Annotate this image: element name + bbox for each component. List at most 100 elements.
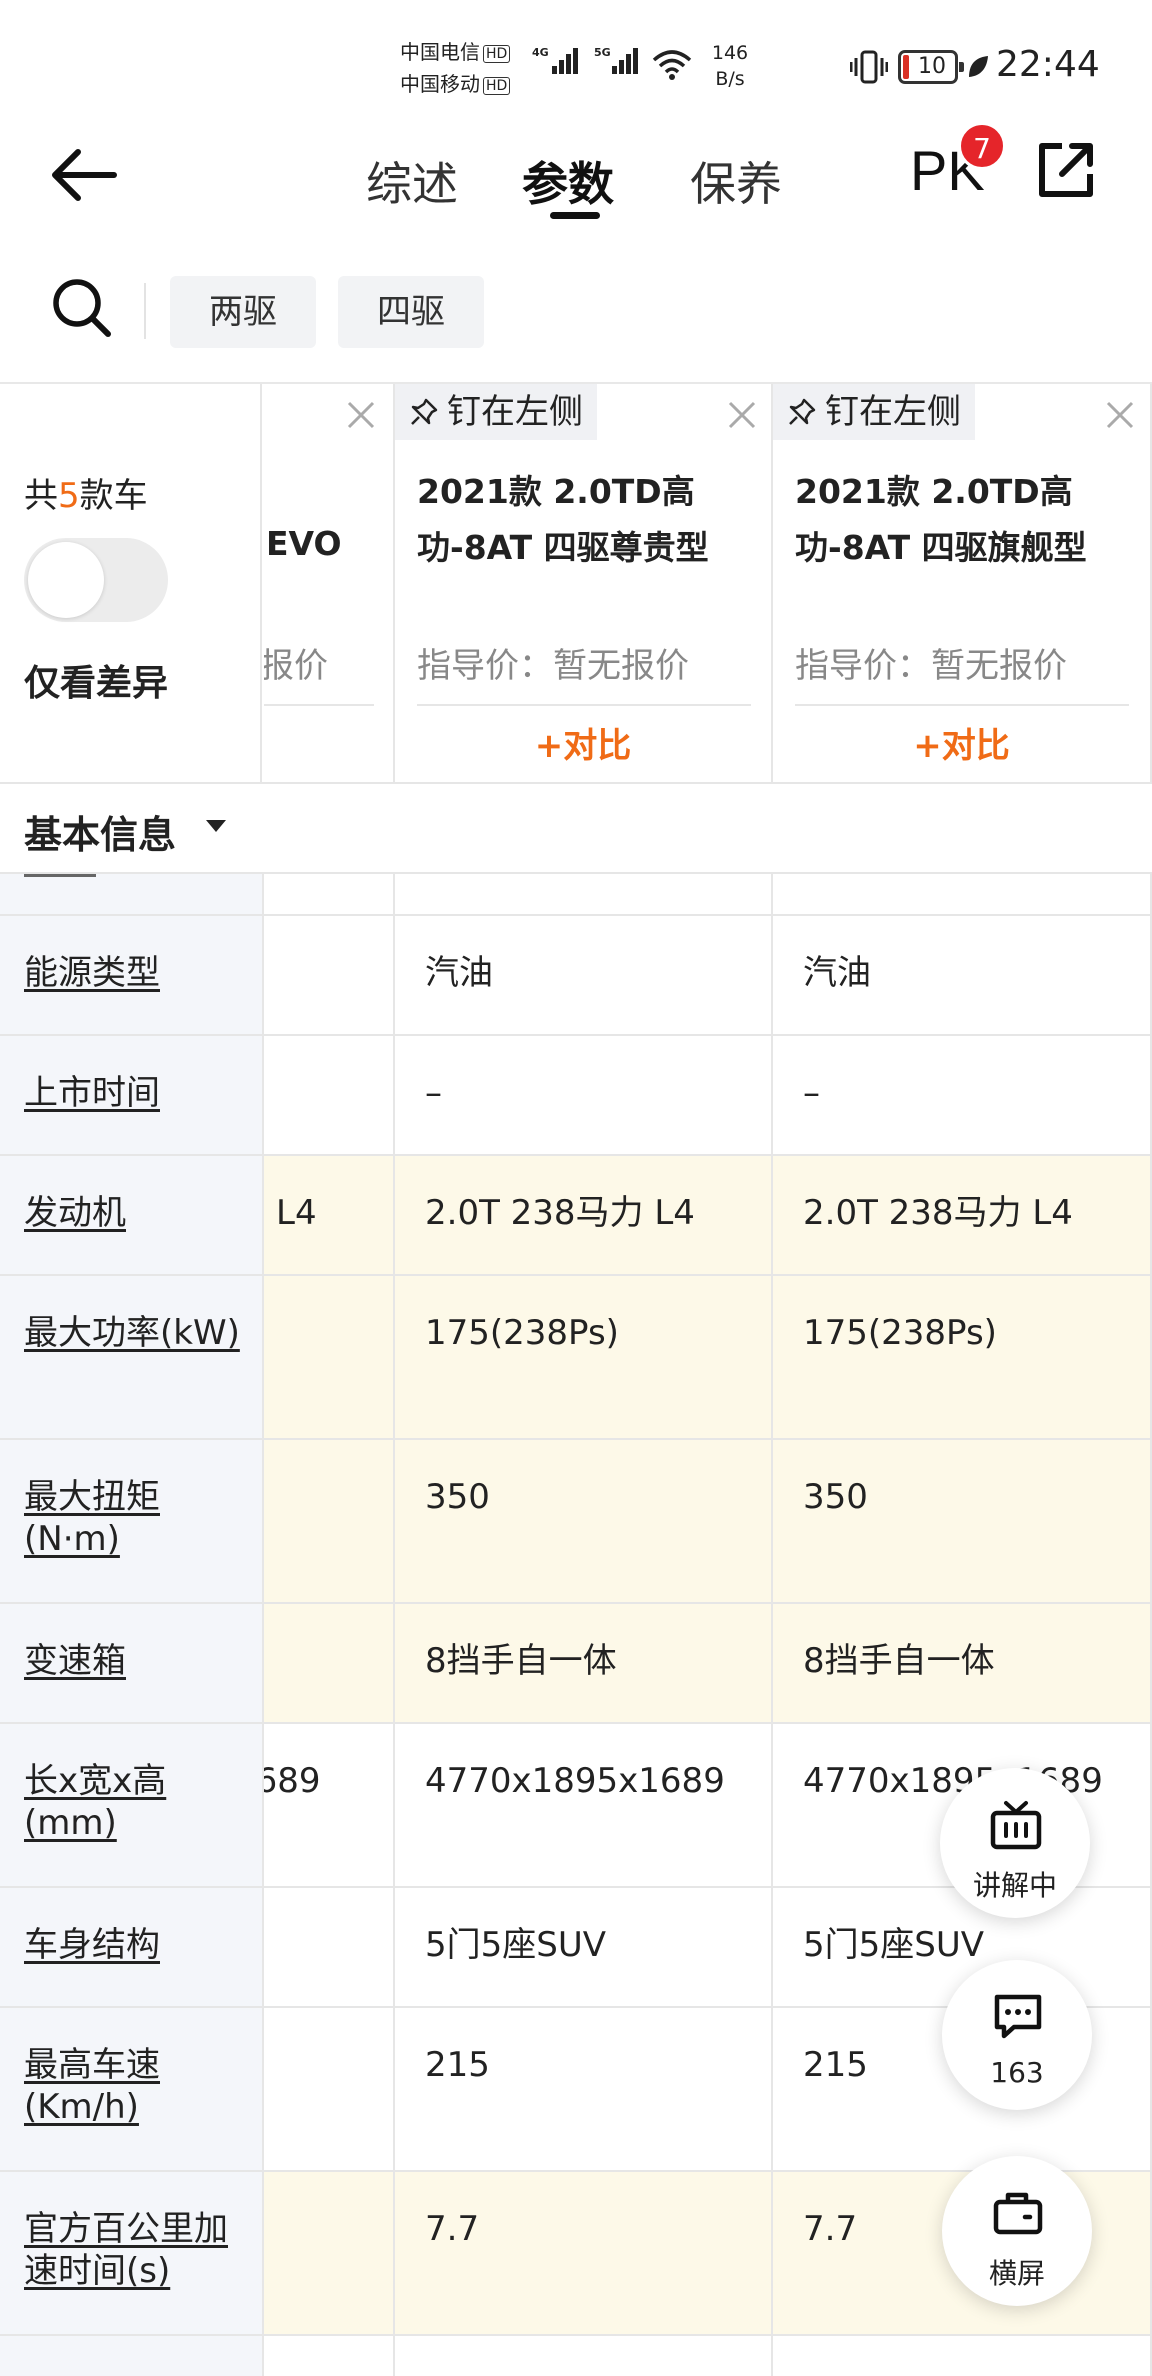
- search-icon[interactable]: [50, 276, 114, 340]
- network-type-2: 5G: [594, 46, 611, 59]
- param-value: 7.7: [425, 2209, 480, 2249]
- summary-panel: 共5款车 仅看差异: [0, 384, 262, 782]
- landscape-button[interactable]: 横屏: [942, 2156, 1092, 2306]
- table-row: 最大功率(kW) 175(238Ps) 175(238Ps): [0, 1276, 1152, 1440]
- param-value: 350: [803, 1477, 868, 1517]
- table-row: 能源类型 汽油 汽油: [0, 916, 1152, 1036]
- param-label[interactable]: 长x宽x高(mm): [24, 1760, 254, 1844]
- pin-icon: [411, 398, 438, 425]
- vibrate-icon: [850, 50, 888, 84]
- param-value: –: [425, 1073, 442, 1113]
- table-row: 最大扭矩(N·m) 350 350: [0, 1440, 1152, 1604]
- live-explain-button[interactable]: 讲解中: [940, 1768, 1090, 1918]
- signal-icon: [612, 48, 640, 74]
- param-value: 汽油: [803, 953, 871, 993]
- table-row: [0, 2336, 1152, 2376]
- status-bar: 中国电信 HD 中国移动 HD 4G 5G 146 B/s 10 22:44: [0, 0, 1152, 120]
- param-value: 175(238Ps): [803, 1313, 997, 1353]
- pin-left-button[interactable]: 钉在左侧: [773, 384, 975, 440]
- param-label[interactable]: 能源类型: [24, 952, 254, 994]
- share-icon[interactable]: [1034, 138, 1098, 202]
- battery-icon: 10: [898, 50, 964, 84]
- param-label[interactable]: 变速箱: [24, 1640, 254, 1682]
- tv-icon: [990, 1801, 1042, 1850]
- clock: 22:44: [996, 44, 1100, 85]
- landscape-label: 横屏: [988, 2257, 1045, 2290]
- close-icon[interactable]: [725, 398, 759, 432]
- rotate-screen-icon: [993, 2192, 1043, 2235]
- param-label[interactable]: 最高车速(Km/h): [24, 2044, 254, 2128]
- filter-divider: [144, 283, 146, 339]
- caret-down-icon: [206, 820, 226, 832]
- param-value: 175(238Ps): [425, 1313, 619, 1353]
- wifi-icon: [652, 50, 692, 80]
- param-value: 4770x1895x1689: [425, 1761, 725, 1801]
- param-value: 1689: [264, 1761, 321, 1801]
- car-name[interactable]: 2021款 2.0TD高功-8AT 四驱旗舰型: [795, 464, 1135, 576]
- network-speed: 146 B/s: [700, 40, 760, 92]
- close-icon[interactable]: [344, 398, 378, 432]
- param-value: 2.0T 238马力 L4: [425, 1193, 695, 1233]
- param-value: 8挡手自一体: [425, 1641, 617, 1681]
- filter-chip-4wd[interactable]: 四驱: [338, 276, 484, 348]
- section-title: 基本信息: [24, 813, 177, 857]
- tab-overview[interactable]: 综述: [366, 148, 458, 214]
- carrier-1: 中国电信: [400, 40, 480, 64]
- car-header: 共5款车 仅看差异 EVO 报价 钉在左侧 2021款 2.0TD高功-8AT …: [0, 384, 1152, 782]
- filter-chip-2wd[interactable]: 两驱: [170, 276, 316, 348]
- carrier-info: 中国电信 HD 中国移动 HD: [400, 36, 540, 100]
- param-value: 7.7: [803, 2209, 858, 2249]
- car-card: 钉在左侧 2021款 2.0TD高功-8AT 四驱尊贵型 指导价：暂无报价 +对…: [395, 384, 773, 782]
- param-value: 8挡手自一体: [803, 1641, 995, 1681]
- param-value: 5门5座SUV: [425, 1925, 606, 1965]
- car-name[interactable]: EVO: [266, 516, 393, 572]
- comments-count: 163: [990, 2056, 1044, 2089]
- param-label[interactable]: 发动机: [24, 1192, 254, 1234]
- car-card: EVO 报价: [264, 384, 395, 782]
- network-type-1: 4G: [532, 46, 549, 59]
- pk-count-badge: 7: [958, 122, 1006, 170]
- hd-badge: HD: [483, 44, 511, 63]
- comments-button[interactable]: 163: [942, 1960, 1092, 2110]
- car-name[interactable]: 2021款 2.0TD高功-8AT 四驱尊贵型: [417, 464, 757, 576]
- param-label[interactable]: 最大扭矩(N·m): [24, 1476, 254, 1560]
- table-row: 变速箱 8挡手自一体 8挡手自一体: [0, 1604, 1152, 1724]
- param-value: 215: [803, 2045, 868, 2085]
- comment-icon: [994, 1994, 1042, 2039]
- param-value: –: [803, 1073, 820, 1113]
- param-value: 5门5座SUV: [803, 1925, 984, 1965]
- leaf-icon: [969, 56, 988, 77]
- section-header[interactable]: 基本信息: [0, 782, 1152, 874]
- signal-icon: [552, 48, 580, 74]
- params-table: 能源类型 汽油 汽油 上市时间 – – 发动机 L4 2.0T 238马力 L4…: [0, 874, 1152, 2376]
- param-label[interactable]: 车身结构: [24, 1924, 254, 1966]
- tab-params[interactable]: 参数: [522, 148, 614, 214]
- table-row: 上市时间 – –: [0, 1036, 1152, 1156]
- battery-level: 10: [918, 54, 946, 79]
- back-button[interactable]: [46, 140, 126, 210]
- speed-unit: B/s: [715, 68, 745, 90]
- diff-only-toggle[interactable]: [24, 538, 168, 622]
- param-value: 215: [425, 2045, 490, 2085]
- close-icon[interactable]: [1103, 398, 1137, 432]
- add-compare-button[interactable]: +对比: [773, 718, 1150, 767]
- table-row: [0, 874, 1152, 916]
- param-value: L4: [276, 1193, 317, 1233]
- param-label[interactable]: 官方百公里加速时间(s): [24, 2208, 254, 2292]
- live-explain-label: 讲解中: [972, 1869, 1057, 1902]
- table-row: 发动机 L4 2.0T 238马力 L4 2.0T 238马力 L4: [0, 1156, 1152, 1276]
- car-price: 指导价：暂无报价: [795, 646, 1067, 686]
- param-value: 2.0T 238马力 L4: [803, 1193, 1073, 1233]
- car-price: 指导价：暂无报价: [417, 646, 689, 686]
- speed-value: 146: [711, 42, 749, 64]
- carrier-2: 中国移动: [400, 72, 480, 96]
- car-price: 报价: [264, 646, 328, 686]
- tab-maintenance[interactable]: 保养: [690, 148, 782, 214]
- add-compare-button[interactable]: +对比: [395, 718, 771, 767]
- param-label[interactable]: 上市时间: [24, 1072, 254, 1114]
- total-car-count: 共5款车: [24, 476, 148, 516]
- diff-only-label: 仅看差异: [24, 663, 169, 704]
- param-label[interactable]: 最大功率(kW): [24, 1312, 254, 1354]
- pin-left-button[interactable]: 钉在左侧: [395, 384, 597, 440]
- pin-icon: [789, 398, 816, 425]
